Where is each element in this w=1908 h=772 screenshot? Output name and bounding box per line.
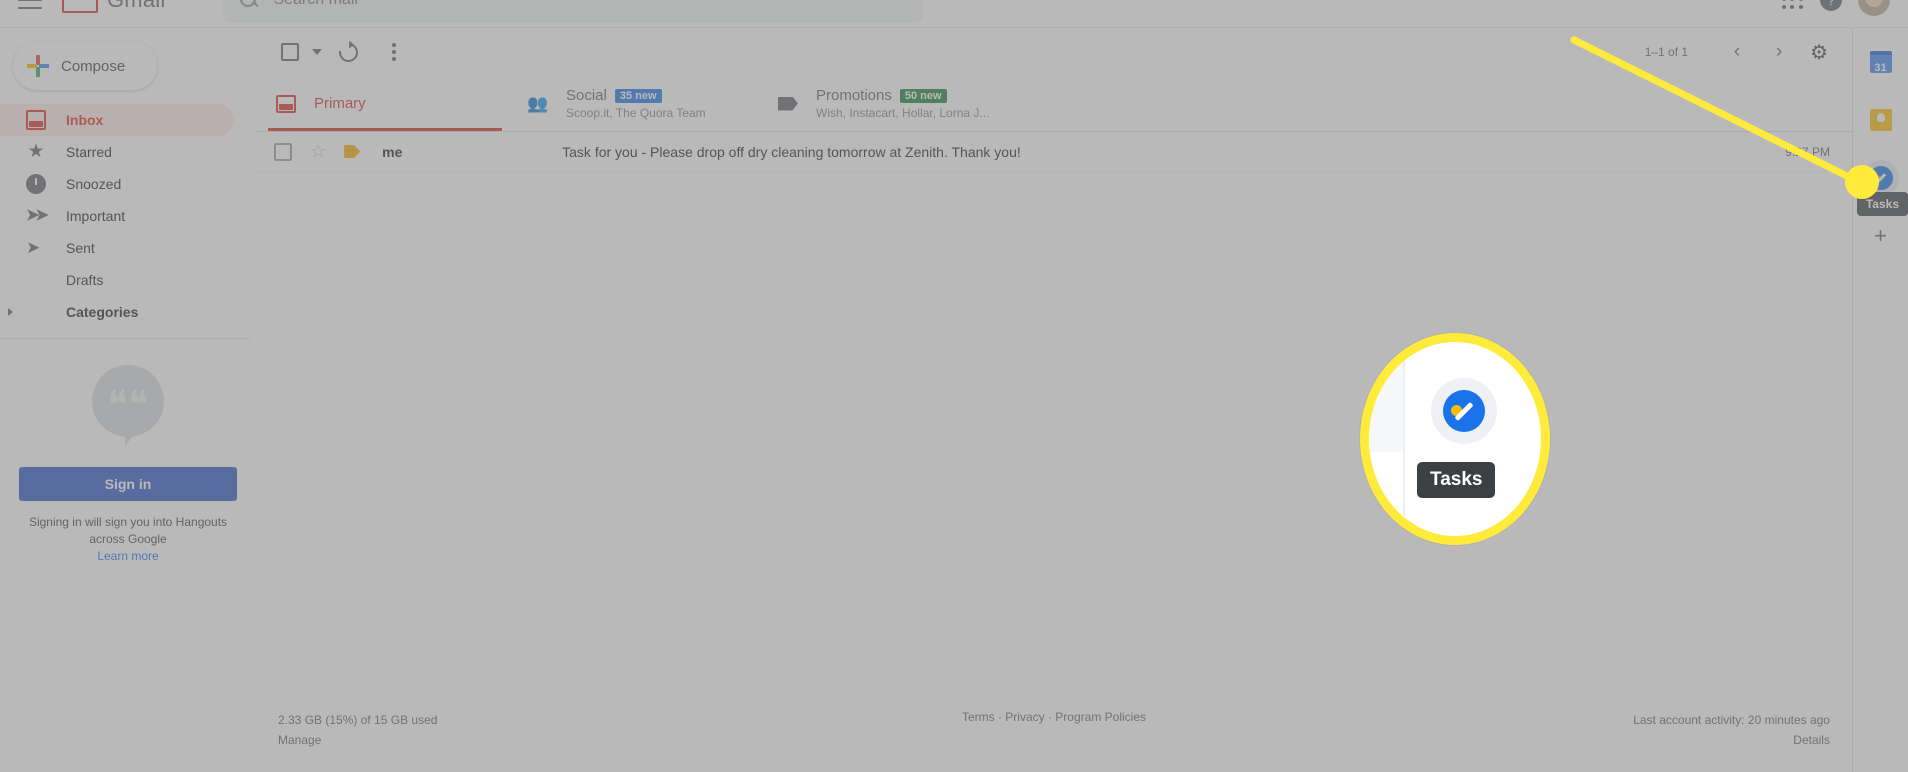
magnifier-shade <box>1369 342 1403 452</box>
gmail-app: Gmail ? Compose Inbox ★ <box>0 0 1908 772</box>
magnifier-circle: Tasks <box>1360 333 1550 545</box>
magnified-tasks-tooltip: Tasks <box>1417 462 1496 498</box>
magnifier-panel-edge <box>1403 342 1405 536</box>
callout-dot <box>1845 165 1879 199</box>
magnified-tasks-icon <box>1443 390 1485 432</box>
callout-annotation: Tasks <box>0 0 1908 772</box>
callout-line <box>1569 35 1868 189</box>
